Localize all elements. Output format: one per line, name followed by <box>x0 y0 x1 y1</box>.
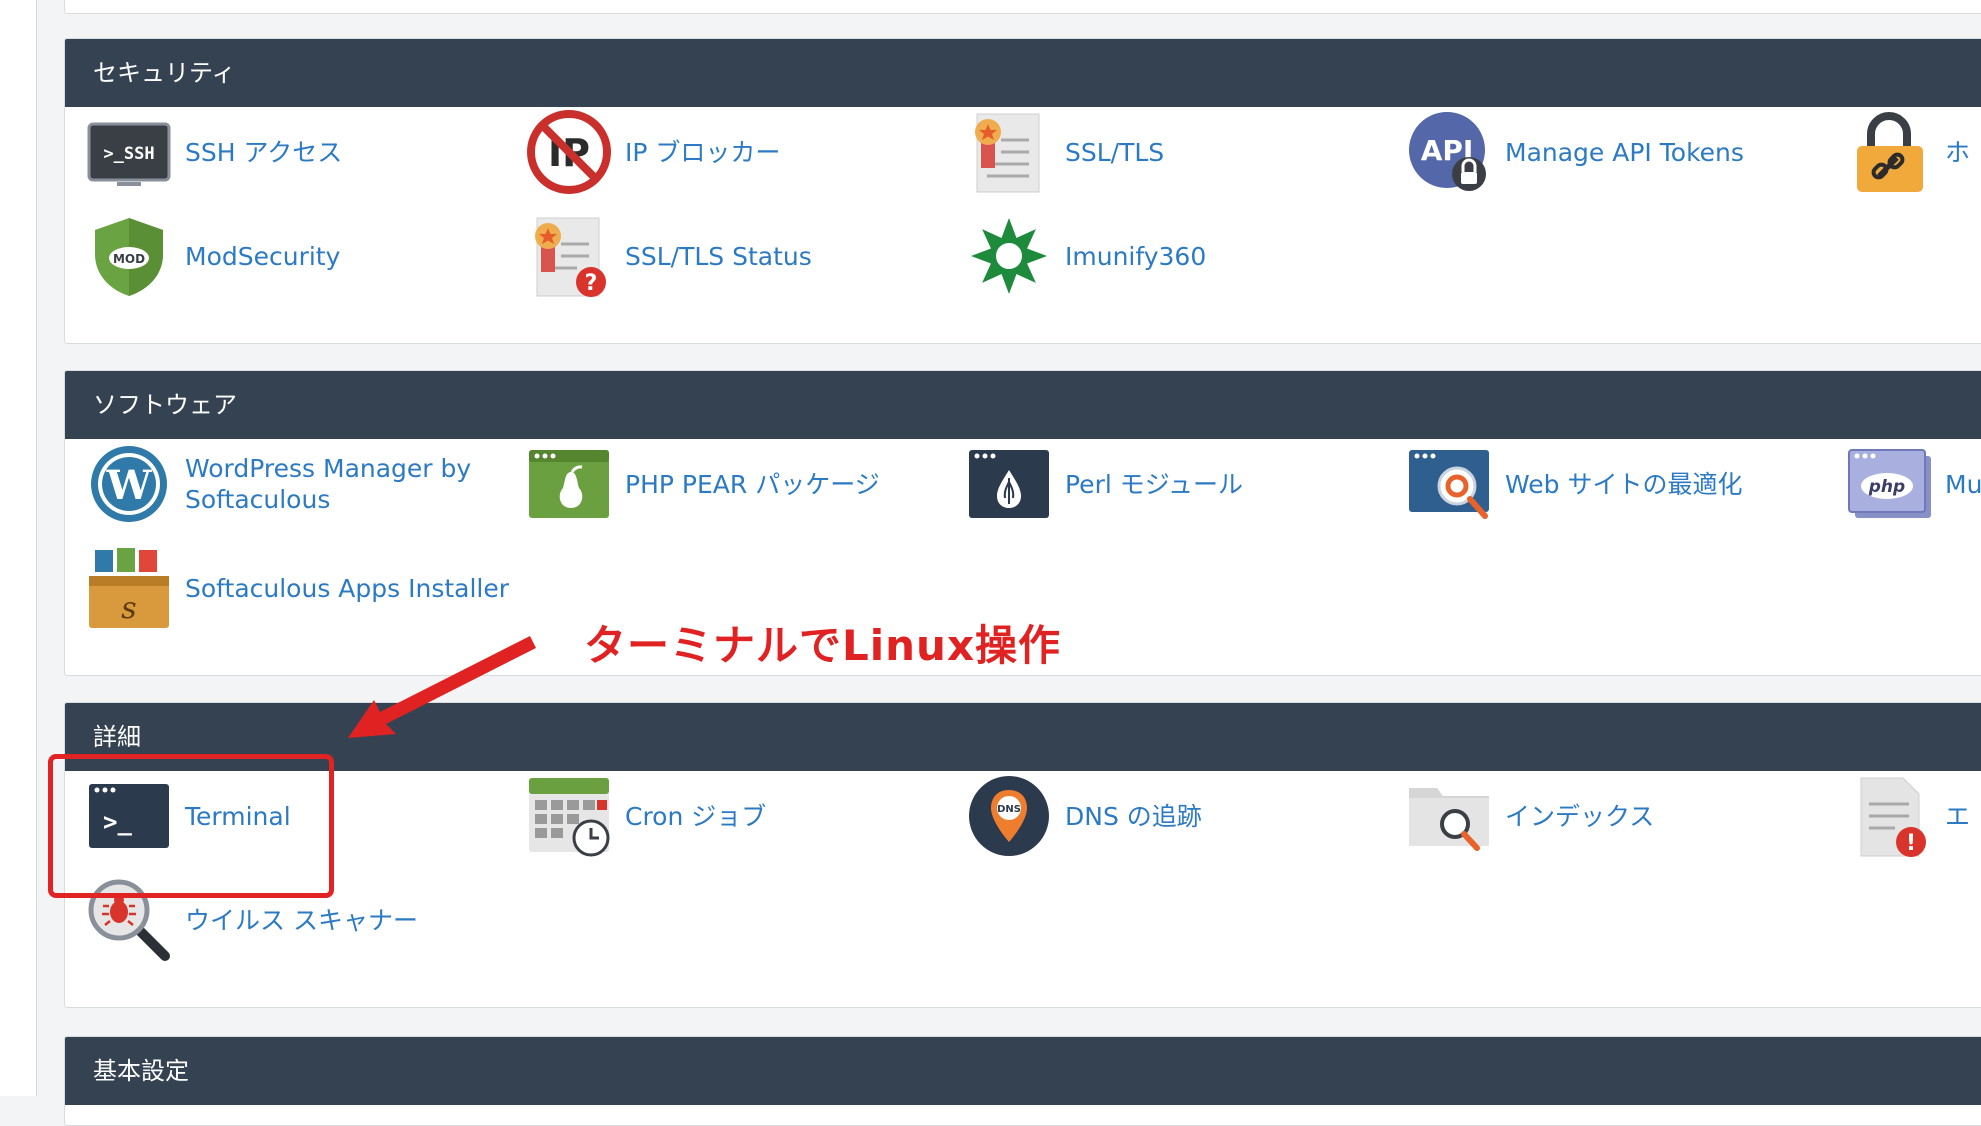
pear-icon <box>527 442 611 526</box>
item-label: Imunify360 <box>1065 241 1207 271</box>
item-cron-jobs[interactable]: Cron ジョブ <box>527 771 947 861</box>
item-label: WordPress Manager by Softaculous <box>185 454 472 514</box>
item-multiphp[interactable]: php Mu <box>1847 439 1981 529</box>
svg-text:DNS: DNS <box>997 804 1021 815</box>
item-label: Manage API Tokens <box>1505 137 1744 167</box>
item-label: Web サイトの最適化 <box>1505 469 1743 499</box>
item-label: SSL/TLS Status <box>625 241 812 271</box>
imunify-icon <box>967 214 1051 298</box>
item-perl-modules[interactable]: Perl モジュール <box>967 439 1387 529</box>
item-dns-trace[interactable]: DNS DNS の追跡 <box>967 771 1387 861</box>
svg-text:MOD: MOD <box>113 252 145 266</box>
item-label: PHP PEAR パッケージ <box>625 469 880 499</box>
item-modsecurity[interactable]: MOD ModSecurity <box>87 211 507 301</box>
item-indexes[interactable]: インデックス <box>1407 771 1827 861</box>
folder-search-icon <box>1407 774 1491 858</box>
annotation-label: ターミナルでLinux操作 <box>584 621 1062 670</box>
item-label: Mu <box>1945 469 1981 499</box>
calendar-clock-icon <box>527 774 611 858</box>
group-basic-settings: 基本設定 <box>64 1036 1981 1126</box>
ssh-icon: >_SSH <box>87 110 171 194</box>
item-label: SSH アクセス <box>185 137 343 167</box>
previous-group-panel <box>64 0 1981 14</box>
optimize-icon <box>1407 442 1491 526</box>
item-label: インデックス <box>1505 801 1655 831</box>
item-manage-api-tokens[interactable]: API Manage API Tokens <box>1407 107 1827 197</box>
item-label: Perl モジュール <box>1065 469 1243 499</box>
svg-text:?: ? <box>585 271 598 296</box>
group-title: セキュリティ <box>65 39 1981 107</box>
svg-text:php: php <box>1868 477 1905 497</box>
item-ssl-tls-status[interactable]: ? SSL/TLS Status <box>527 211 947 301</box>
item-hotlink[interactable]: ホ <box>1847 107 1981 197</box>
item-wordpress-manager[interactable]: W WordPress Manager by Softaculous <box>87 439 507 529</box>
item-ip-blocker[interactable]: IP IP ブロッカー <box>527 107 947 197</box>
softaculous-icon: s <box>87 546 171 630</box>
dns-pin-icon: DNS <box>967 774 1051 858</box>
item-label: Softaculous Apps Installer <box>185 573 510 603</box>
svg-text:W: W <box>106 462 153 509</box>
item-php-pear[interactable]: PHP PEAR パッケージ <box>527 439 947 529</box>
item-imunify360[interactable]: Imunify360 <box>967 211 1387 301</box>
error-doc-icon: ! <box>1847 774 1931 858</box>
svg-text:>_SSH: >_SSH <box>103 144 154 164</box>
item-label: SSL/TLS <box>1065 137 1165 167</box>
item-label: ホ <box>1945 137 1971 167</box>
terminal-highlight-box <box>48 754 334 898</box>
item-label: ModSecurity <box>185 241 341 271</box>
certificate-status-icon: ? <box>527 214 611 298</box>
padlock-link-icon <box>1847 110 1931 194</box>
certificate-icon <box>967 110 1051 194</box>
group-title: 基本設定 <box>65 1037 1981 1105</box>
item-label: IP ブロッカー <box>625 137 781 167</box>
item-label: Cron ジョブ <box>625 801 767 831</box>
svg-text:s: s <box>121 591 136 626</box>
item-label: エ <box>1945 801 1971 831</box>
php-icon: php <box>1847 442 1931 526</box>
item-label: ウイルス スキャナー <box>185 905 418 935</box>
svg-text:!: ! <box>1906 831 1916 856</box>
api-lock-icon: API <box>1407 110 1491 194</box>
perl-icon <box>967 442 1051 526</box>
item-ssh-access[interactable]: >_SSH SSH アクセス <box>87 107 507 197</box>
annotation-arrow <box>348 636 536 738</box>
group-security: セキュリティ >_SSH SSH アクセス IP IP ブロッ <box>64 38 1981 344</box>
left-sidebar-strip <box>0 0 37 1096</box>
item-label: DNS の追跡 <box>1065 801 1202 831</box>
item-error-log[interactable]: ! エ <box>1847 771 1981 861</box>
item-website-optimization[interactable]: Web サイトの最適化 <box>1407 439 1827 529</box>
wordpress-icon: W <box>87 442 171 526</box>
item-ssl-tls[interactable]: SSL/TLS <box>967 107 1387 197</box>
group-title: ソフトウェア <box>65 371 1981 439</box>
ip-blocker-icon: IP <box>527 110 611 194</box>
mod-shield-icon: MOD <box>87 214 171 298</box>
